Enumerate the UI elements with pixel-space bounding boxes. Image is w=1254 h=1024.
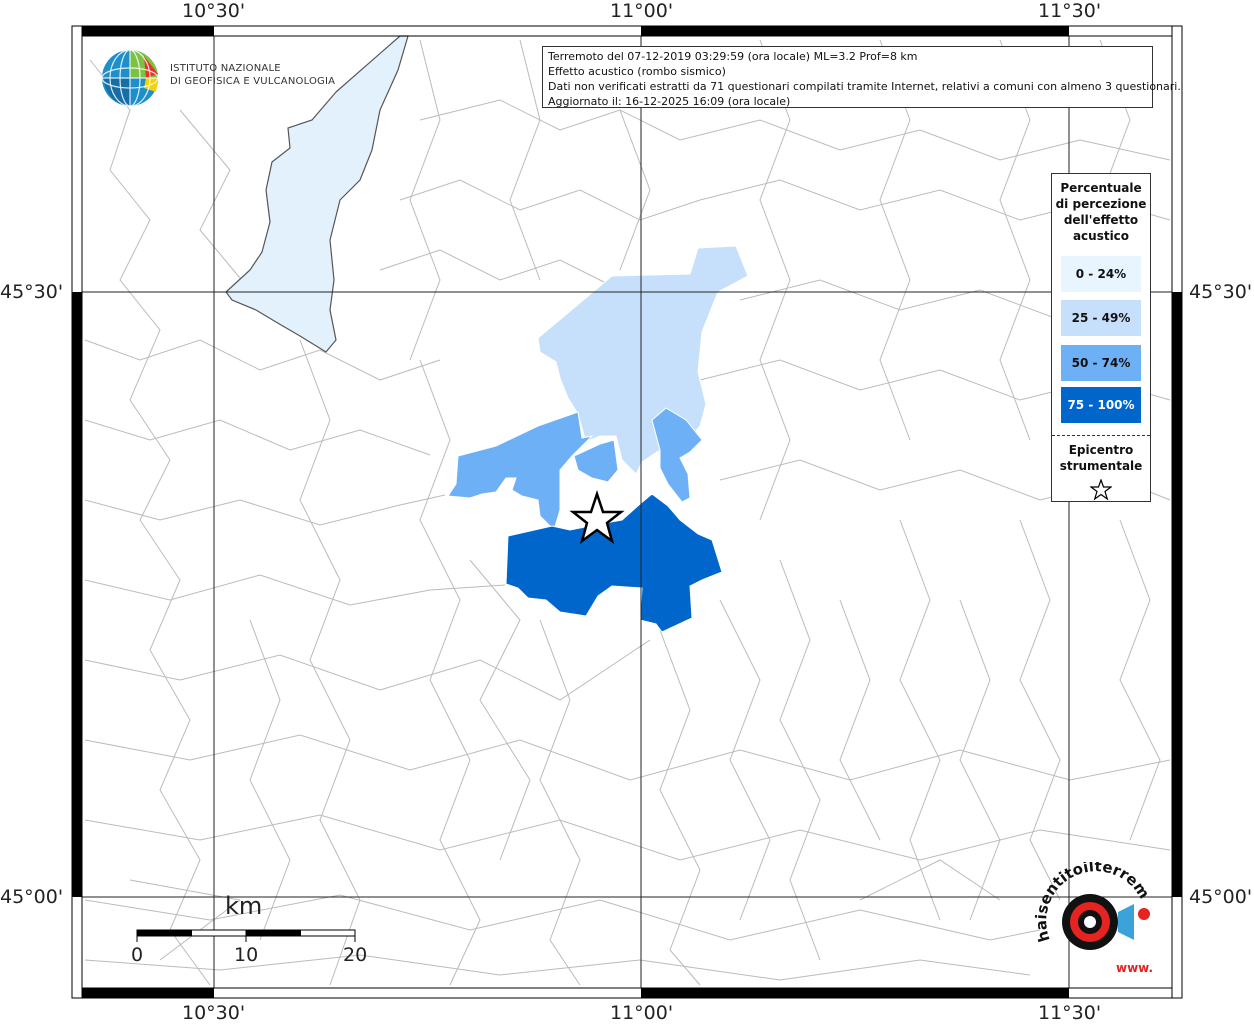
lon-label-bottom-1100: 11°00' [610,1002,674,1024]
data-note-line: Dati non verificati estratti da 71 quest… [548,80,1181,93]
scale-label-20: 20 [343,944,368,966]
lon-label-bottom-1030: 10°30' [182,1002,246,1024]
legend-title: Percentuale di percezione dell'effetto a… [1055,181,1147,243]
lat-label-right-4530: 45°30' [1189,281,1253,303]
legend-item-0-24: 0 - 24% [1061,256,1141,292]
lon-label-top-1100: 11°00' [610,0,674,22]
lon-label-bottom-1130: 11°30' [1038,1002,1102,1024]
legend-item-75-100: 75 - 100% [1061,387,1141,423]
ingv-globe-logo-icon [101,49,159,107]
lat-label-right-4500: 45°00' [1189,886,1253,908]
legend-separator [1052,435,1150,436]
lat-label-left-4500: 45°00' [0,886,64,908]
legend: Percentuale di percezione dell'effetto a… [1051,173,1151,502]
scale-label-0: 0 [131,944,144,966]
legend-item-25-49: 25 - 49% [1061,300,1141,336]
legend-epicenter-label: Epicentro strumentale [1059,443,1143,473]
ingv-name: ISTITUTO NAZIONALE DI GEOFISICA E VULCAN… [170,63,336,87]
haisentito-logo-icon: haisentitoilterremoto.it www. [1030,862,1153,975]
event-info-box: Terremoto del 07-12-2019 03:29:59 (ora l… [542,46,1181,108]
star-outline-icon [1090,479,1112,501]
effect-line: Effetto acustico (rombo sismico) [548,65,726,78]
lon-label-top-1130: 11°30' [1038,0,1102,22]
legend-item-50-74: 50 - 74% [1061,345,1141,381]
lat-label-left-4530: 45°30' [0,281,64,303]
lon-label-top-1030: 10°30' [182,0,246,22]
scale-label-10: 10 [234,944,259,966]
scale-unit: km [225,892,263,920]
www-text: www. [1116,961,1153,975]
updated-line: Aggiornato il: 16-12-2025 16:09 (ora loc… [548,95,791,108]
event-line: Terremoto del 07-12-2019 03:29:59 (ora l… [548,50,918,63]
map-area [82,35,1172,988]
